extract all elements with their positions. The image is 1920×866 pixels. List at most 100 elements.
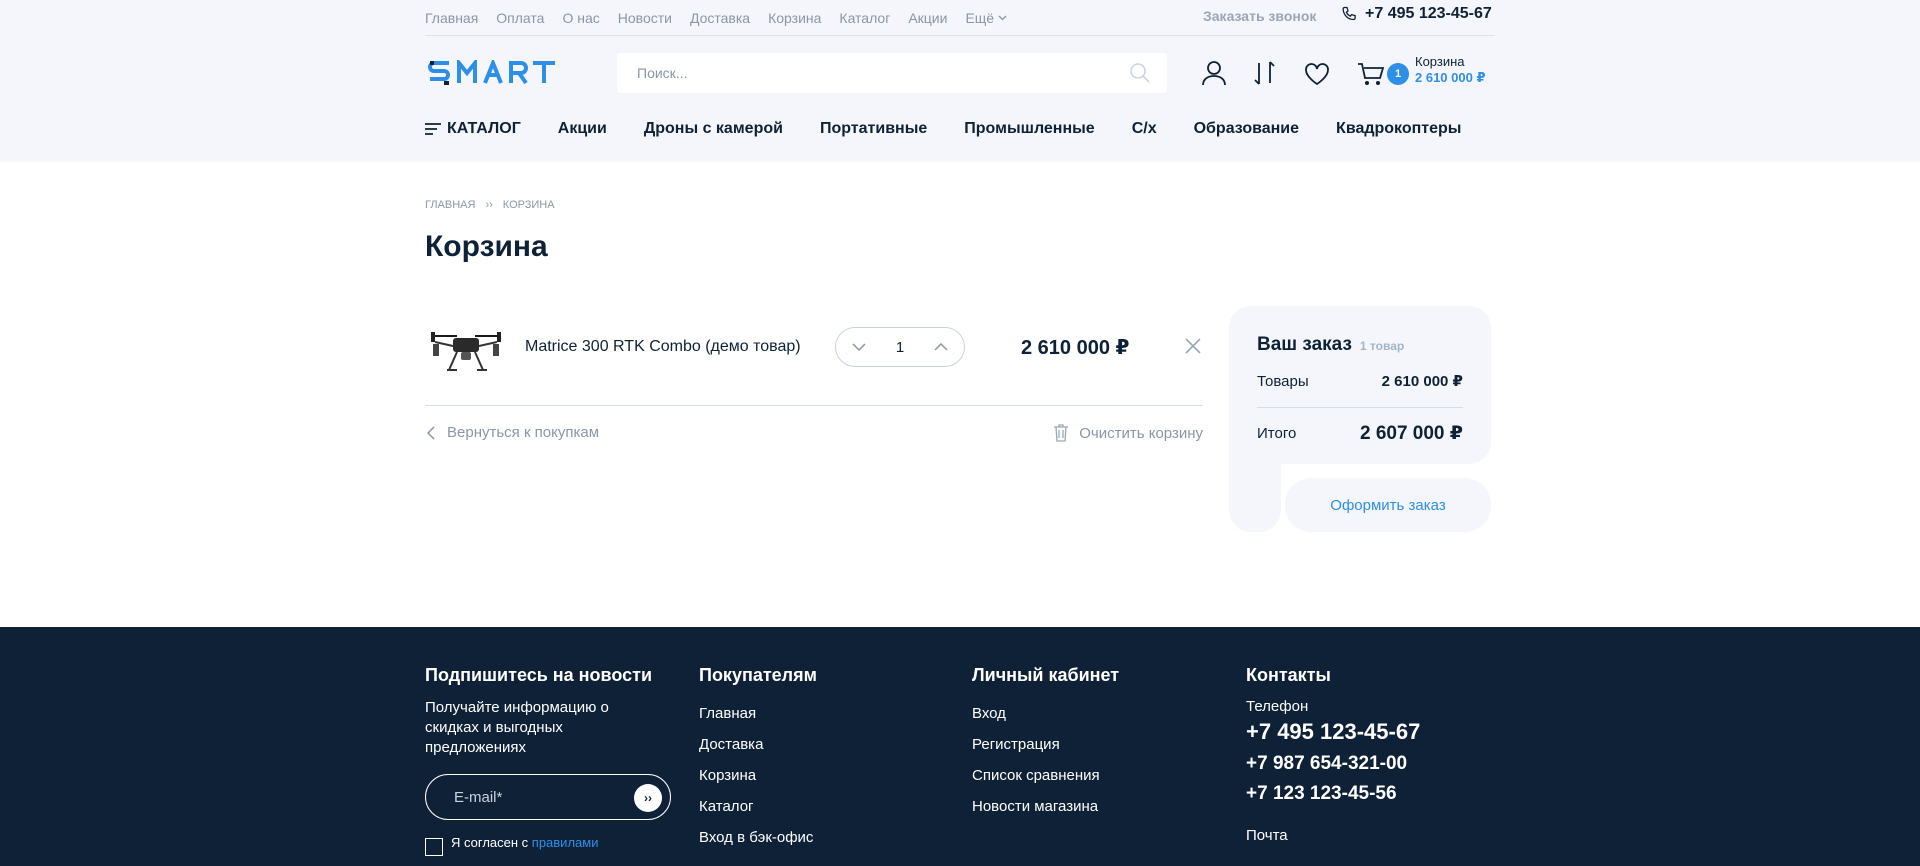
phone-label: Телефон [1246, 698, 1309, 715]
top-nav-item[interactable]: Главная [425, 10, 478, 26]
consent-link[interactable]: правилами [532, 835, 599, 850]
clear-cart-label: Очистить корзину [1079, 424, 1203, 442]
logo-mark [428, 60, 555, 85]
order-goods-label: Товары [1257, 372, 1309, 390]
product-image[interactable] [427, 326, 505, 374]
breadcrumb-item: КОРЗИНА [502, 199, 555, 211]
compare-icon[interactable] [1253, 60, 1277, 86]
consent-row: Я согласен с правилами [425, 834, 671, 856]
heart-icon[interactable] [1304, 62, 1330, 86]
footer-link[interactable]: Регистрация [972, 729, 1119, 760]
order-divider [1257, 407, 1463, 408]
cart-icon [1358, 63, 1385, 85]
breadcrumb-separator: ›› [485, 199, 493, 211]
phone-main[interactable]: +7 495 123-45-67 [1246, 719, 1420, 745]
trash-icon [1054, 424, 1069, 442]
breadcrumb: ГЛАВНАЯ ›› КОРЗИНА [425, 199, 1495, 211]
breadcrumb-item[interactable]: ГЛАВНАЯ [425, 199, 475, 211]
cart-summary: Корзина 2 610 000 ₽ [1415, 54, 1486, 86]
logo[interactable] [427, 60, 587, 86]
order-total-line: Итого 2 607 000 ₽ [1257, 422, 1463, 445]
phone-tertiary[interactable]: +7 123 123-45-56 [1246, 783, 1420, 805]
close-icon[interactable] [1185, 338, 1201, 354]
product-name[interactable]: Matrice 300 RTK Combo (демо товар) [525, 338, 801, 356]
catalog-button[interactable]: КАТАЛОГ [425, 120, 521, 138]
mail-label: Почта [1246, 827, 1288, 844]
order-goods-line: Товары 2 610 000 ₽ [1257, 372, 1463, 391]
footer-link[interactable]: Список сравнения [972, 760, 1119, 791]
top-nav-item[interactable]: Новости [618, 10, 672, 26]
category-item[interactable]: Промышленные [964, 120, 1094, 138]
category-item[interactable]: С/х [1132, 120, 1157, 138]
category-nav: КАТАЛОГ Акции Дроны с камерой Портативны… [425, 116, 1495, 142]
checkout-button[interactable]: Оформить заказ [1285, 478, 1491, 532]
email-field-wrap: ›› [425, 774, 671, 820]
top-nav-item[interactable]: Акции [908, 10, 947, 26]
top-nav: Главная Оплата О нас Новости Доставка Ко… [425, 10, 1007, 26]
top-nav-more-label: Ещё [965, 9, 995, 26]
buyers-title: Покупателям [699, 665, 817, 685]
footer-link[interactable]: Корзина [699, 760, 817, 791]
footer-subscribe: Подпишитесь на новости Получайте информа… [425, 665, 671, 856]
buyers-links: Главная Доставка Корзина Каталог Вход в … [699, 698, 817, 853]
subscribe-description: Получайте информацию о скидках и выгодны… [425, 699, 609, 756]
consent-label: Я согласен с [451, 835, 532, 850]
top-nav-item[interactable]: Каталог [839, 10, 890, 26]
search-input[interactable] [637, 65, 1107, 81]
search-icon[interactable] [1129, 62, 1151, 84]
cart-actions: Вернуться к покупкам Очистить корзину [425, 424, 1203, 448]
footer: Подпишитесь на новости Получайте информа… [0, 627, 1920, 866]
user-icon[interactable] [1201, 60, 1227, 86]
account-title: Личный кабинет [972, 665, 1120, 685]
top-nav-item[interactable]: Оплата [496, 10, 544, 26]
category-item[interactable]: Образование [1194, 120, 1299, 138]
callback-link[interactable]: Заказать звонок [1203, 8, 1316, 24]
order-title-text: Ваш заказ [1257, 334, 1352, 355]
phone-secondary[interactable]: +7 987 654-321-00 [1246, 753, 1420, 775]
top-phone[interactable]: +7 495 123-45-67 [1341, 5, 1492, 23]
quantity-value[interactable]: 1 [896, 339, 904, 356]
category-item[interactable]: Квадрокоптеры [1336, 120, 1461, 138]
footer-link[interactable]: Доставка [699, 729, 817, 760]
top-phone-number: +7 495 123-45-67 [1365, 5, 1492, 22]
footer-link[interactable]: Каталог [699, 791, 817, 822]
cart-count-badge: 1 [1387, 63, 1409, 85]
clear-cart-button[interactable]: Очистить корзину [1053, 424, 1203, 442]
consent-checkbox[interactable] [425, 838, 443, 856]
footer-buyers: Покупателям Главная Доставка Корзина Кат… [699, 665, 817, 853]
footer-link[interactable]: Вход [972, 698, 1119, 729]
chevron-down-icon[interactable] [852, 343, 866, 351]
order-summary: Ваш заказ 1 товар Товары 2 610 000 ₽ Итог… [1229, 306, 1491, 532]
quantity-stepper: 1 [835, 327, 965, 367]
footer-link[interactable]: Главная [699, 698, 817, 729]
page-title: Корзина [425, 230, 548, 263]
footer-contacts: Контакты Телефон +7 495 123-45-67 +7 987… [1246, 665, 1420, 844]
chevron-down-icon [998, 15, 1007, 20]
back-to-shopping-link[interactable]: Вернуться к покупкам [427, 424, 599, 441]
account-links: Вход Регистрация Список сравнения Новост… [972, 698, 1119, 822]
category-item[interactable]: Акции [558, 120, 607, 138]
top-nav-item[interactable]: Доставка [690, 10, 750, 26]
subscribe-send-button[interactable]: ›› [634, 784, 662, 812]
top-nav-item[interactable]: О нас [562, 10, 599, 26]
header-cart[interactable]: 1 Корзина 2 610 000 ₽ [1357, 54, 1486, 86]
chevron-left-icon [427, 425, 435, 440]
product-price: 2 610 000 ₽ [1021, 337, 1130, 359]
order-total-label: Итого [1257, 425, 1297, 442]
footer-link[interactable]: Вход в бэк-офис [699, 822, 817, 853]
cart-sum: 2 610 000 ₽ [1415, 70, 1486, 85]
top-nav-item[interactable]: Корзина [768, 10, 821, 26]
category-item[interactable]: Дроны с камерой [644, 120, 783, 138]
footer-link[interactable]: Новости магазина [972, 791, 1119, 822]
top-nav-more[interactable]: Ещё [965, 10, 1007, 26]
consent-text: Я согласен с правилами [451, 834, 598, 856]
contacts-title: Контакты [1246, 665, 1331, 685]
email-field[interactable] [454, 788, 614, 806]
order-goods-value: 2 610 000 ₽ [1381, 373, 1463, 390]
cart-label: Корзина [1415, 54, 1465, 69]
chevron-up-icon[interactable] [934, 343, 948, 351]
order-box: Ваш заказ 1 товар Товары 2 610 000 ₽ Итог… [1229, 306, 1491, 464]
category-item[interactable]: Портативные [820, 120, 927, 138]
menu-icon [425, 123, 441, 135]
order-item-count: 1 товар [1359, 339, 1405, 353]
